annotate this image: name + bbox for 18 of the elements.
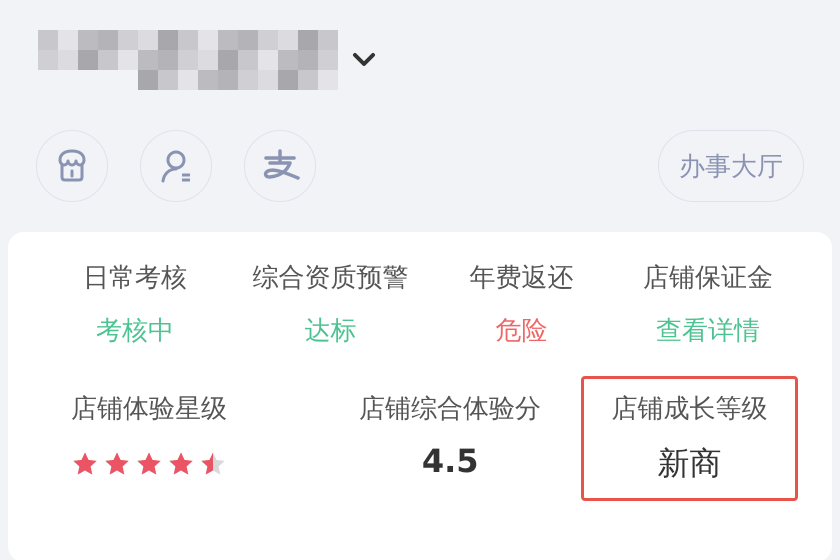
payment-button[interactable] — [244, 130, 316, 202]
experience-score: 4.5 — [422, 442, 478, 480]
rating-label: 店铺成长等级 — [611, 393, 768, 426]
metric-label: 综合资质预警 — [252, 262, 408, 295]
chevron-down-icon[interactable] — [352, 52, 376, 68]
growth-level: 新商 — [657, 443, 722, 484]
metric-label: 年费返还 — [469, 262, 574, 295]
rating-label: 店铺体验星级 — [71, 393, 227, 426]
metric-label: 店铺保证金 — [643, 262, 774, 295]
user-list-button[interactable] — [140, 130, 212, 202]
metric-value[interactable]: 达标 — [304, 313, 356, 348]
service-hall-button[interactable]: 办事大厅 — [658, 130, 804, 202]
metric-value[interactable]: 查看详情 — [656, 313, 760, 348]
metric-value[interactable]: 危险 — [495, 313, 548, 348]
store-button[interactable] — [36, 130, 108, 202]
metric-label: 日常考核 — [83, 262, 188, 295]
metric-value[interactable]: 考核中 — [96, 313, 174, 348]
rating-label: 店铺综合体验分 — [359, 393, 542, 426]
